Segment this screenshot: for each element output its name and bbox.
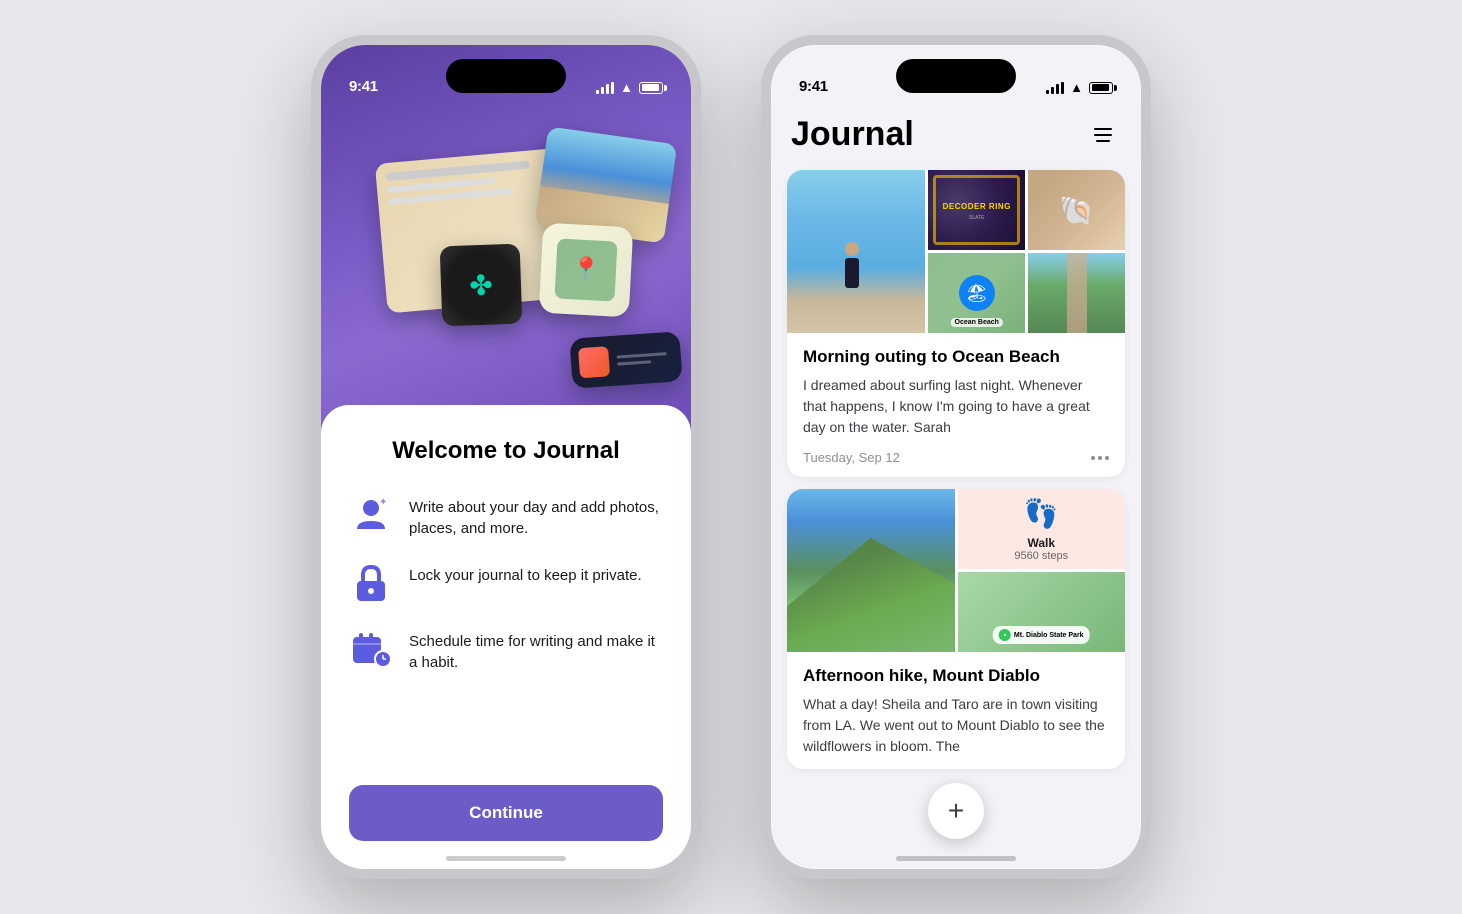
walk-icon: 👣 [1024,497,1059,530]
menu-line-1 [1094,128,1112,130]
feature-icon-lock [349,561,393,605]
location-pin-icon [999,629,1011,641]
entry-excerpt-1: I dreamed about surfing last night. When… [803,375,1109,438]
continue-button[interactable]: Continue [349,785,663,841]
status-time-phone1: 9:41 [349,78,378,95]
photo-location-mt-diablo: Mt. Diablo State Park [958,572,1126,652]
feature-item-lock: Lock your journal to keep it private. [349,561,663,605]
photo-walk: 👣 Walk 9560 steps [958,489,1126,569]
entry-body-2: Afternoon hike, Mount Diablo What a day!… [787,652,1125,769]
feature-text-write: Write about your day and add photos, pla… [409,493,663,539]
entry-date-1: Tuesday, Sep 12 [803,450,900,465]
music-info [617,352,674,366]
entry-headline-2: Afternoon hike, Mount Diablo [803,666,1109,686]
entry-photo-grid-1: DECODER RING SLATE 🐚 🏖 Ocean Beach [787,170,1125,333]
feature-item-schedule: Schedule time for writing and make it a … [349,627,663,673]
dynamic-island-2 [896,59,1016,93]
entry-card-ocean-beach[interactable]: DECODER RING SLATE 🐚 🏖 Ocean Beach [787,170,1125,477]
signal-icon-2 [1046,82,1064,94]
person-sparkle-icon: ✦ [351,495,391,535]
wifi-icon: ▲ [620,80,633,95]
hero-card-map: 📍 [539,223,634,318]
status-icons-phone2: ▲ [1046,80,1113,95]
beach-person [842,242,862,292]
photo-podcast: DECODER RING SLATE [928,170,1025,250]
photo-mountain [787,489,955,652]
feature-text-schedule: Schedule time for writing and make it a … [409,627,663,673]
walk-steps: 9560 steps [1014,550,1068,562]
battery-icon-2 [1089,82,1113,94]
map-location-label: Ocean Beach [951,318,1003,327]
shell-icon: 🐚 [1059,194,1094,227]
entry-more-button-1[interactable] [1091,456,1109,460]
journal-screen: Journal [771,103,1141,869]
location-label: Mt. Diablo State Park [1014,632,1084,639]
home-indicator-2 [896,856,1016,861]
music-album-art [578,346,610,378]
signal-icon [596,82,614,94]
entry-card-mount-diablo[interactable]: 👣 Walk 9560 steps Mt. Diablo State Park [787,489,1125,769]
battery-icon [639,82,663,94]
music-artist-line [617,360,651,365]
wifi-icon-2: ▲ [1070,80,1083,95]
menu-line-3 [1096,140,1110,142]
entry-body-1: Morning outing to Ocean Beach I dreamed … [787,333,1125,450]
mountain-shape [787,538,955,652]
photo-road [1028,253,1125,333]
podcast-title: DECODER RING [939,199,1015,216]
feature-icon-schedule [349,627,393,671]
fab-new-entry[interactable]: + [928,783,984,839]
welcome-title: Welcome to Journal [349,437,663,465]
photo-map-ocean-beach: 🏖 Ocean Beach [928,253,1025,333]
hero-background: ✤ 📍 [321,45,691,445]
hero-card-fitness: ✤ [440,244,523,327]
status-icons-phone1: ▲ [596,80,663,95]
feature-text-lock: Lock your journal to keep it private. [409,561,663,586]
photo-beach [787,170,925,333]
home-indicator [446,856,566,861]
feature-list: ✦ Write about your day and add photos, p… [349,493,663,761]
location-badge: Mt. Diablo State Park [993,626,1090,644]
hero-card-music [569,331,682,389]
fitness-icon: ✤ [469,268,494,302]
hero-cards-container: ✤ 📍 [321,105,691,445]
battery-fill [642,84,659,91]
podcast-subtitle: SLATE [969,215,984,221]
entry-footer-1: Tuesday, Sep 12 [787,450,1125,477]
lock-icon [353,563,389,603]
phone-journal: 9:41 ▲ Journal [761,35,1151,879]
calendar-clock-icon [351,629,391,669]
entry-photo-grid-2: 👣 Walk 9560 steps Mt. Diablo State Park [787,489,1125,652]
dynamic-island [446,59,566,93]
journal-entries: DECODER RING SLATE 🐚 🏖 Ocean Beach [771,162,1141,777]
map-pin-icon: 📍 [570,255,601,286]
entry-headline-1: Morning outing to Ocean Beach [803,347,1109,367]
phone-welcome: 9:41 ▲ [311,35,701,879]
status-time-phone2: 9:41 [799,78,828,95]
journal-header: Journal [771,103,1141,162]
battery-fill-2 [1092,84,1109,91]
fab-plus-icon: + [948,797,964,825]
feature-item-write: ✦ Write about your day and add photos, p… [349,493,663,539]
welcome-card: Welcome to Journal ✦ Write about your da… [321,405,691,869]
map-pin-icon-2: 🏖 [965,283,988,304]
menu-line-2 [1094,134,1112,136]
music-title-line [617,352,667,359]
map-location-badge: 🏖 [959,275,995,311]
feature-icon-write: ✦ [349,493,393,537]
entry-excerpt-2: What a day! Sheila and Taro are in town … [803,694,1109,757]
walk-label: Walk [1014,536,1068,550]
journal-title: Journal [791,115,914,154]
menu-button[interactable] [1085,117,1121,153]
photo-shell: 🐚 [1028,170,1125,250]
svg-text:✦: ✦ [379,497,387,508]
